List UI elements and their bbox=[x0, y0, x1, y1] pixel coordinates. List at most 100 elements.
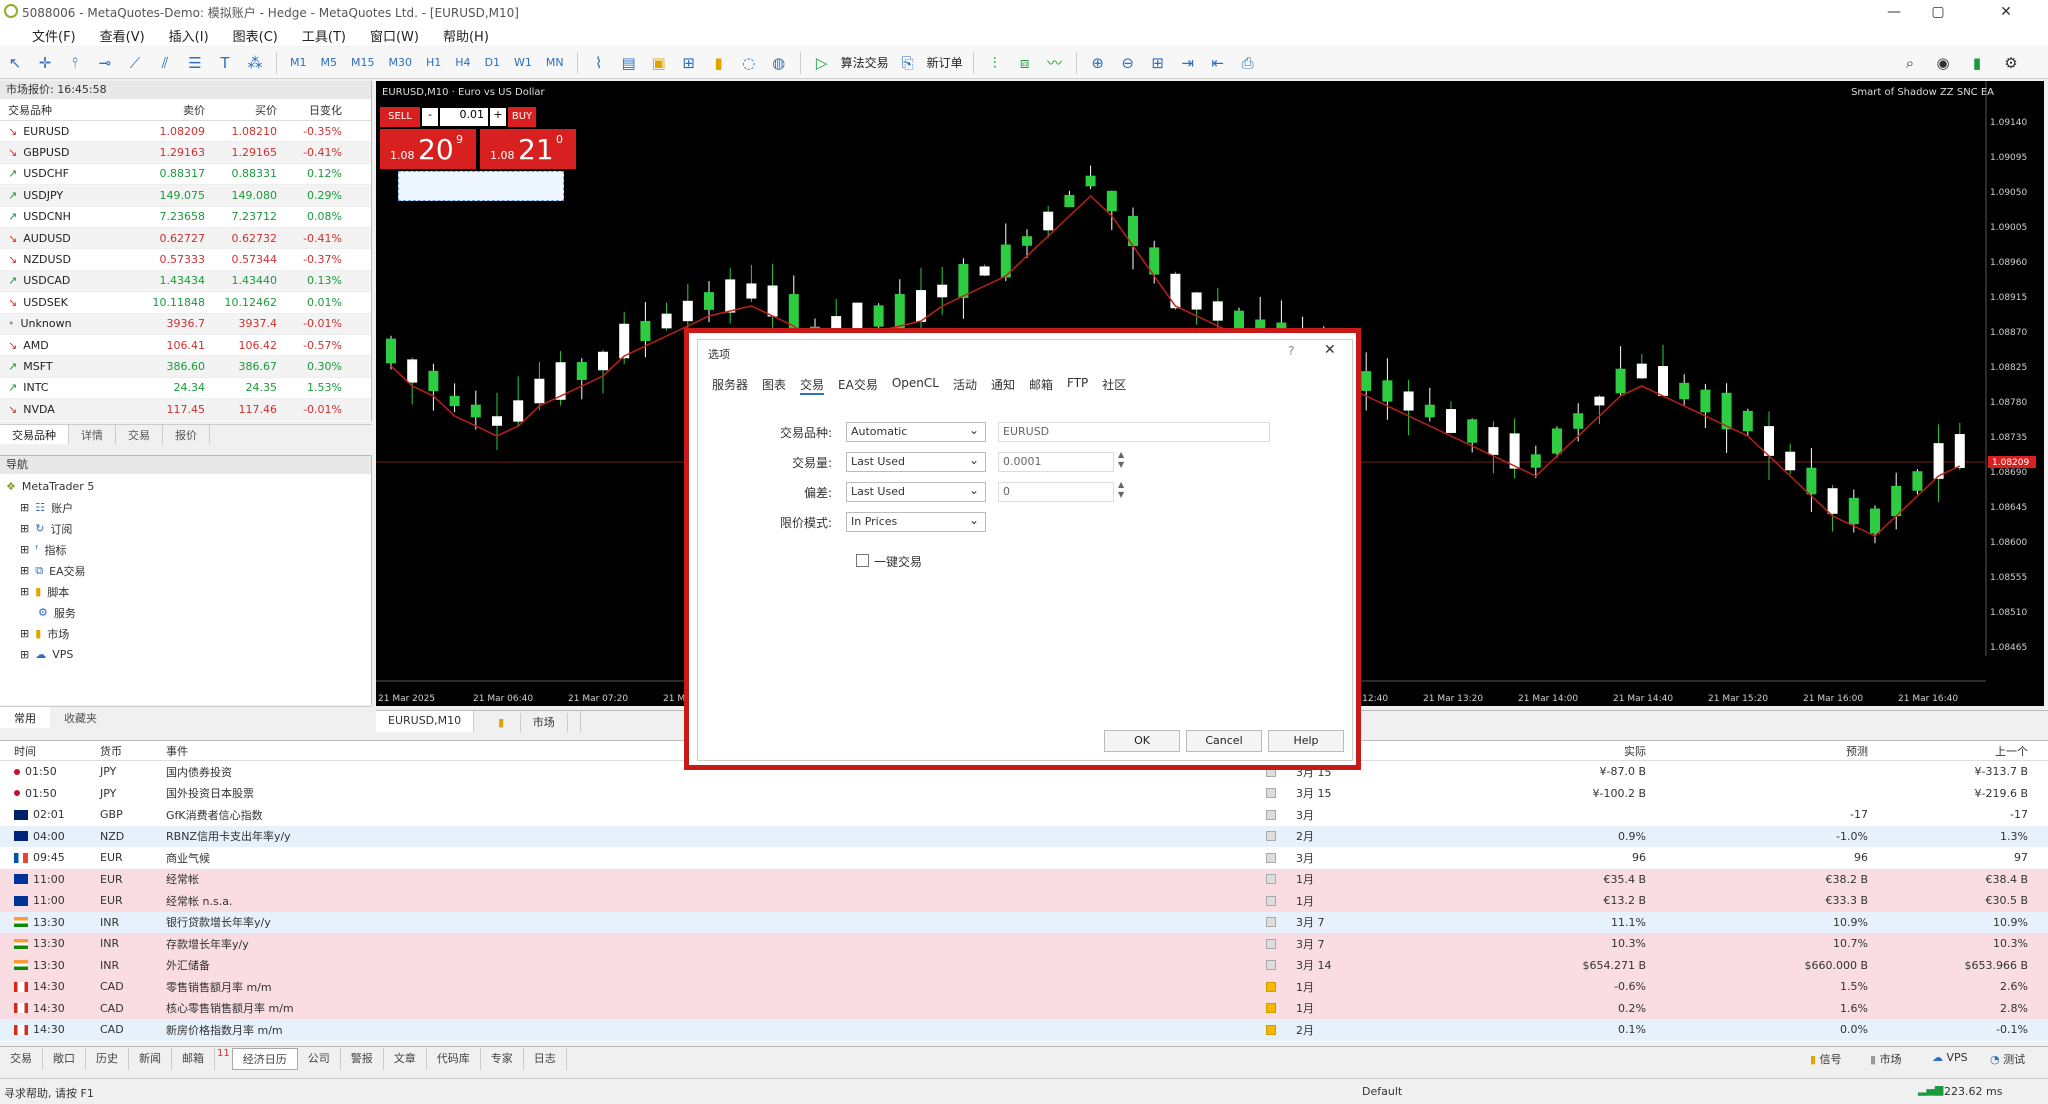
menu-tools[interactable]: 工具(T) bbox=[302, 26, 346, 45]
calendar-row[interactable]: 14:30 CAD 核心零售销售额月率 m/m 1月 0.2% 1.6% 2.8% bbox=[0, 997, 2048, 1019]
coin-icon[interactable]: ▣ bbox=[646, 50, 672, 76]
channel-icon[interactable]: ⫽ bbox=[152, 50, 178, 76]
tester-link[interactable]: ◔ 测试 bbox=[1990, 1051, 2025, 1067]
timeframe-h4[interactable]: H4 bbox=[455, 56, 470, 69]
shapes-icon[interactable]: ⁂ bbox=[242, 50, 268, 76]
algo-trading-icon[interactable]: ▷ bbox=[809, 50, 835, 76]
calendar-row[interactable]: 13:30 INR 银行贷款增长年率y/y 3月 7 11.1% 10.9% 10.9% bbox=[0, 911, 2048, 933]
limit-mode-select[interactable]: In Prices bbox=[846, 511, 986, 532]
nav-experts[interactable]: ⊞ ⧉ EA交易 bbox=[6, 560, 371, 581]
col-forecast[interactable]: 预测 bbox=[1646, 743, 1868, 759]
toolbox-tab[interactable]: 敞口 bbox=[43, 1047, 86, 1070]
buy-price-box[interactable]: 1.08 21 0 bbox=[480, 129, 576, 169]
candles-icon[interactable]: ⧈ bbox=[1012, 50, 1038, 76]
screenshot-icon[interactable]: ⎙ bbox=[1235, 50, 1261, 76]
timeframe-m15[interactable]: M15 bbox=[351, 56, 375, 69]
calendar-row[interactable]: 11:00 EUR 经常帐 1月 €35.4 B €38.2 B €38.4 B bbox=[0, 868, 2048, 890]
toolbox-tab[interactable]: 警报 bbox=[341, 1047, 384, 1070]
nav-services[interactable]: ⚙ 服务 bbox=[6, 602, 371, 623]
market-watch-row[interactable]: ↘ NVDA 117.45 117.46 -0.01% bbox=[0, 399, 371, 421]
timeframe-mn[interactable]: MN bbox=[546, 56, 564, 69]
expand-icon[interactable]: ⊞ bbox=[20, 627, 29, 640]
nav-subscriptions[interactable]: ⊞ ↻ 订阅 bbox=[6, 518, 371, 539]
tab-expert-advisors[interactable]: EA交易 bbox=[838, 376, 878, 395]
toolbox-tab[interactable]: 公司 bbox=[298, 1047, 341, 1070]
line-chart-icon[interactable]: 〰 bbox=[1042, 50, 1068, 76]
chart-type-icon[interactable]: ▤ bbox=[616, 50, 642, 76]
one-click-checkbox[interactable] bbox=[856, 554, 869, 567]
col-time[interactable]: 时间 bbox=[0, 743, 100, 759]
signals-icon[interactable]: ◌ bbox=[736, 50, 762, 76]
toolbox-tab[interactable]: 交易 bbox=[0, 1047, 43, 1070]
vertical-line-icon[interactable]: ⫯ bbox=[62, 50, 88, 76]
tab-details[interactable]: 详情 bbox=[69, 425, 116, 444]
nav-accounts[interactable]: ⊞ ☷ 账户 bbox=[6, 497, 371, 518]
expand-icon[interactable]: ⊞ bbox=[20, 501, 29, 514]
expand-icon[interactable]: ⊞ bbox=[20, 543, 29, 556]
timeframe-h1[interactable]: H1 bbox=[426, 56, 441, 69]
calendar-row[interactable]: 04:00 NZD RBNZ信用卡支出年率y/y 2月 0.9% -1.0% 1.3% bbox=[0, 825, 2048, 847]
horizontal-line-icon[interactable]: ⊸ bbox=[92, 50, 118, 76]
dialog-help-icon[interactable]: ? bbox=[1288, 344, 1294, 358]
market-icon[interactable]: ▮ bbox=[706, 50, 732, 76]
calendar-row[interactable]: 02:01 GBP GfK消费者信心指数 3月 -17 -17 bbox=[0, 804, 2048, 826]
toolbox-tab[interactable]: 历史 bbox=[86, 1047, 129, 1070]
menu-help[interactable]: 帮助(H) bbox=[443, 26, 489, 45]
help-button[interactable]: Help bbox=[1268, 730, 1344, 752]
market-watch-row[interactable]: ↗ USDJPY 149.075 149.080 0.29% bbox=[0, 185, 371, 207]
tab-trading[interactable]: 交易 bbox=[116, 425, 163, 444]
vps-icon[interactable]: ◍ bbox=[766, 50, 792, 76]
lot-increase-button[interactable]: + bbox=[490, 108, 506, 126]
zoom-out-icon[interactable]: ⊖ bbox=[1115, 50, 1141, 76]
volume-spin-icon[interactable]: ▲ ▼ bbox=[1118, 450, 1124, 470]
nav-scripts[interactable]: ⊞ ▮ 脚本 bbox=[6, 581, 371, 602]
new-order-icon[interactable]: ⎘ bbox=[895, 50, 921, 76]
market-watch-row[interactable]: ↘ USDSEK 10.11848 10.12462 0.01% bbox=[0, 292, 371, 314]
col-previous[interactable]: 上一个 bbox=[1868, 743, 2038, 759]
deviation-input[interactable]: 0 bbox=[998, 482, 1114, 502]
algo-trading-button[interactable]: 算法交易 bbox=[841, 54, 889, 71]
market-watch-row[interactable]: ↗ USDCNH 7.23658 7.23712 0.08% bbox=[0, 207, 371, 228]
tile-windows-icon[interactable]: ⊞ bbox=[1145, 50, 1171, 76]
volume-input[interactable]: 0.0001 bbox=[998, 452, 1114, 472]
search-icon[interactable]: ⌕ bbox=[1897, 50, 1923, 76]
lot-input[interactable]: 0.01 bbox=[440, 108, 488, 126]
tab-symbols[interactable]: 交易品种 bbox=[0, 425, 69, 444]
expand-icon[interactable]: ⊞ bbox=[20, 585, 29, 598]
market-watch-row[interactable]: ↗ MSFT 386.60 386.67 0.30% bbox=[0, 356, 371, 378]
tab-server[interactable]: 服务器 bbox=[712, 376, 748, 395]
fibo-icon[interactable]: ☰ bbox=[182, 50, 208, 76]
symbol-input[interactable]: EURUSD bbox=[998, 422, 1270, 442]
nav-metatrader[interactable]: ❖ MetaTrader 5 bbox=[6, 476, 371, 497]
tab-market[interactable]: ▮ 市场 bbox=[474, 711, 581, 732]
timeframe-m1[interactable]: M1 bbox=[290, 56, 307, 69]
maximize-button[interactable]: ▢ bbox=[1916, 2, 1960, 22]
toolbox-tab[interactable]: 新闻 bbox=[129, 1047, 172, 1070]
calendar-row[interactable]: 13:30 INR 外汇储备 3月 14 $654.271 B $660.000 B $65… bbox=[0, 954, 2048, 976]
volume-select[interactable]: Last Used bbox=[846, 451, 986, 472]
dialog-close-icon[interactable]: ✕ bbox=[1324, 342, 1336, 358]
nav-market[interactable]: ⊞ ▮ 市场 bbox=[6, 623, 371, 644]
toolbox-tab[interactable]: 专家 bbox=[481, 1047, 524, 1070]
calendar-row[interactable]: 14:30 CAD 新房价格指数月率 m/m 2月 0.1% 0.0% -0.1% bbox=[0, 1019, 2048, 1041]
market-watch-row[interactable]: ↘ GBPUSD 1.29163 1.29165 -0.41% bbox=[0, 142, 371, 164]
bar-chart-icon[interactable]: ⫶ bbox=[982, 50, 1008, 76]
ide-icon[interactable]: ⊞ bbox=[676, 50, 702, 76]
deviation-select[interactable]: Last Used bbox=[846, 481, 986, 502]
nav-indicators[interactable]: ⊞ ᶠ 指标 bbox=[6, 539, 371, 560]
calendar-row[interactable]: 13:30 INR 存款增长年率y/y 3月 7 10.3% 10.7% 10.3% bbox=[0, 933, 2048, 955]
symbol-select[interactable]: Automatic bbox=[846, 421, 986, 442]
expand-icon[interactable]: ⊞ bbox=[20, 564, 29, 577]
new-order-button[interactable]: 新订单 bbox=[927, 54, 963, 71]
market-watch-row[interactable]: ↘ EURUSD 1.08209 1.08210 -0.35% bbox=[0, 121, 371, 143]
trendline-icon[interactable]: ⟋ bbox=[122, 50, 148, 76]
market-watch-row[interactable]: ↘ NZDUSD 0.57333 0.57344 -0.37% bbox=[0, 249, 371, 271]
toolbox-tab[interactable]: 文章 bbox=[384, 1047, 427, 1070]
timeframe-d1[interactable]: D1 bbox=[485, 56, 500, 69]
calendar-row[interactable]: 01:50 JPY 国外投资日本股票 3月 15 ¥-100.2 B ¥-219.6 B bbox=[0, 783, 2048, 805]
cursor-icon[interactable]: ↖ bbox=[2, 50, 28, 76]
tab-notifications[interactable]: 通知 bbox=[991, 376, 1015, 395]
timeframe-m5[interactable]: M5 bbox=[321, 56, 338, 69]
account-icon[interactable]: ◉ bbox=[1930, 50, 1956, 76]
sell-price-box[interactable]: 1.08 20 9 bbox=[380, 129, 476, 169]
